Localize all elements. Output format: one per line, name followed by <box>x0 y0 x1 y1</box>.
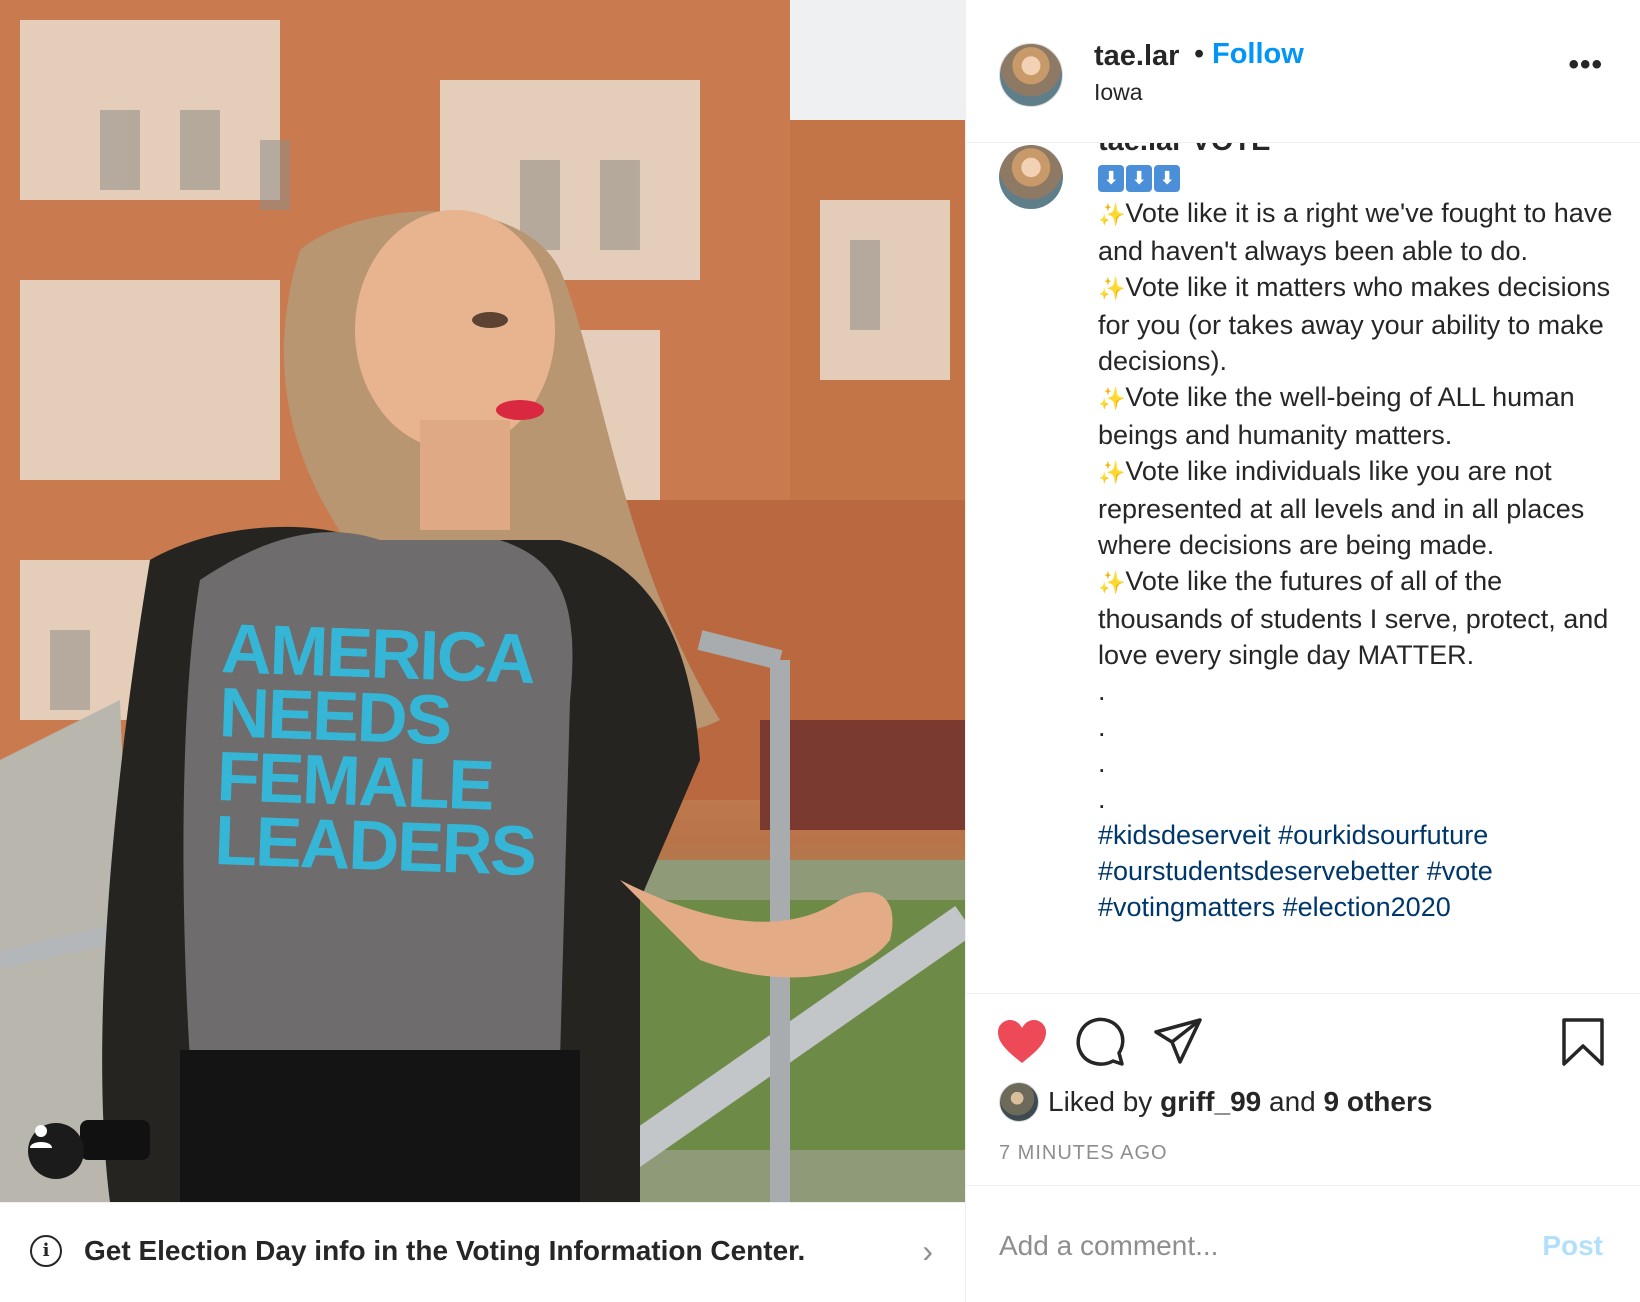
comment-button[interactable] <box>1074 1016 1126 1068</box>
shirt-line: LEADERS <box>213 801 537 891</box>
like-button[interactable] <box>996 1016 1048 1068</box>
photo-illustration <box>0 0 965 1202</box>
caption-text: Vote like the futures of all of the thou… <box>1098 566 1609 670</box>
author-username[interactable]: tae.lar <box>1094 40 1179 73</box>
location-link[interactable]: Iowa <box>1094 79 1143 106</box>
post-header: tae.lar • Follow Iowa ••• <box>966 0 1640 143</box>
save-button[interactable] <box>1557 1016 1609 1068</box>
caption-text: Vote like individuals like you are not r… <box>1098 456 1585 560</box>
sparkles-icon: ✨ <box>1098 386 1126 411</box>
person-icon <box>30 1125 52 1148</box>
voting-info-banner[interactable]: i Get Election Day info in the Voting In… <box>0 1202 965 1298</box>
tagged-users-button[interactable] <box>28 1123 84 1179</box>
caption-first-line: tae.lar VOTE <box>1098 143 1270 158</box>
post-photo[interactable]: AMERICA NEEDS FEMALE LEADERS <box>0 0 965 1202</box>
caption-dot: . <box>1098 784 1106 814</box>
follow-button[interactable]: Follow <box>1212 38 1304 71</box>
post-comment-button[interactable]: Post <box>1542 1230 1603 1262</box>
voting-info-text: Get Election Day info in the Voting Info… <box>84 1234 806 1266</box>
separator-dot: • <box>1194 38 1205 70</box>
down-arrow-icon: ⬇ <box>1098 165 1124 192</box>
caption-dot: . <box>1098 748 1106 778</box>
down-arrow-icon: ⬇ <box>1154 165 1180 192</box>
caption-line: ✨Vote like it matters who makes decision… <box>1098 269 1618 379</box>
shirt-text: AMERICA NEEDS FEMALE LEADERS <box>213 609 563 891</box>
caption-avatar[interactable] <box>999 145 1063 209</box>
paper-plane-icon <box>1154 1018 1202 1064</box>
avatar[interactable] <box>999 43 1063 107</box>
caption-dot: . <box>1098 676 1106 706</box>
arrow-emojis: ⬇ ⬇ ⬇ <box>1098 165 1180 192</box>
liker-username[interactable]: griff_99 <box>1160 1086 1261 1117</box>
sparkles-icon: ✨ <box>1098 202 1126 227</box>
share-button[interactable] <box>1152 1016 1204 1068</box>
heart-filled-icon <box>998 1020 1046 1063</box>
down-arrow-icon: ⬇ <box>1126 165 1152 192</box>
caption-body: ✨Vote like it is a right we've fought to… <box>1098 195 1618 925</box>
caption-dot: . <box>1098 712 1106 742</box>
sparkles-icon: ✨ <box>1098 460 1126 485</box>
caption-text: Vote like the well-being of ALL human be… <box>1098 382 1575 450</box>
liked-by-text: Liked by griff_99 and 9 others <box>1048 1086 1432 1118</box>
sparkles-icon: ✨ <box>1098 276 1126 301</box>
others-likes-link[interactable]: 9 others <box>1324 1086 1433 1117</box>
more-options-icon[interactable]: ••• <box>1568 50 1603 80</box>
caption-line: ✨Vote like it is a right we've fought to… <box>1098 195 1618 269</box>
comment-input[interactable] <box>999 1226 1519 1266</box>
caption-line: ✨Vote like the futures of all of the tho… <box>1098 563 1618 673</box>
sparkles-icon: ✨ <box>1098 570 1126 595</box>
caption-text: Vote like it is a right we've fought to … <box>1098 198 1613 266</box>
caption-area[interactable]: tae.lar VOTE ⬇ ⬇ ⬇ ✨Vote like it is a ri… <box>966 143 1640 993</box>
bookmark-icon <box>1562 1018 1604 1066</box>
liked-by-prefix: Liked by <box>1048 1086 1153 1117</box>
info-icon: i <box>30 1234 62 1267</box>
hashtag-links[interactable]: #kidsdeserveit #ourkidsourfuture #ourstu… <box>1098 817 1618 925</box>
comment-bar: Post <box>966 1185 1640 1302</box>
liked-and: and <box>1269 1086 1316 1117</box>
liked-by-row[interactable]: Liked by griff_99 and 9 others <box>999 1082 1432 1122</box>
liker-avatar[interactable] <box>999 1082 1039 1122</box>
caption-line: ✨Vote like individuals like you are not … <box>1098 453 1618 563</box>
chevron-right-icon: › <box>922 1233 933 1269</box>
comment-bubble-icon <box>1076 1017 1125 1066</box>
caption-text: Vote like it matters who makes decisions… <box>1098 272 1611 376</box>
post-timestamp[interactable]: 7 MINUTES AGO <box>999 1142 1168 1165</box>
post-side-panel: tae.lar • Follow Iowa ••• tae.lar VOTE ⬇… <box>965 0 1640 1302</box>
caption-line: ✨Vote like the well-being of ALL human b… <box>1098 379 1618 453</box>
